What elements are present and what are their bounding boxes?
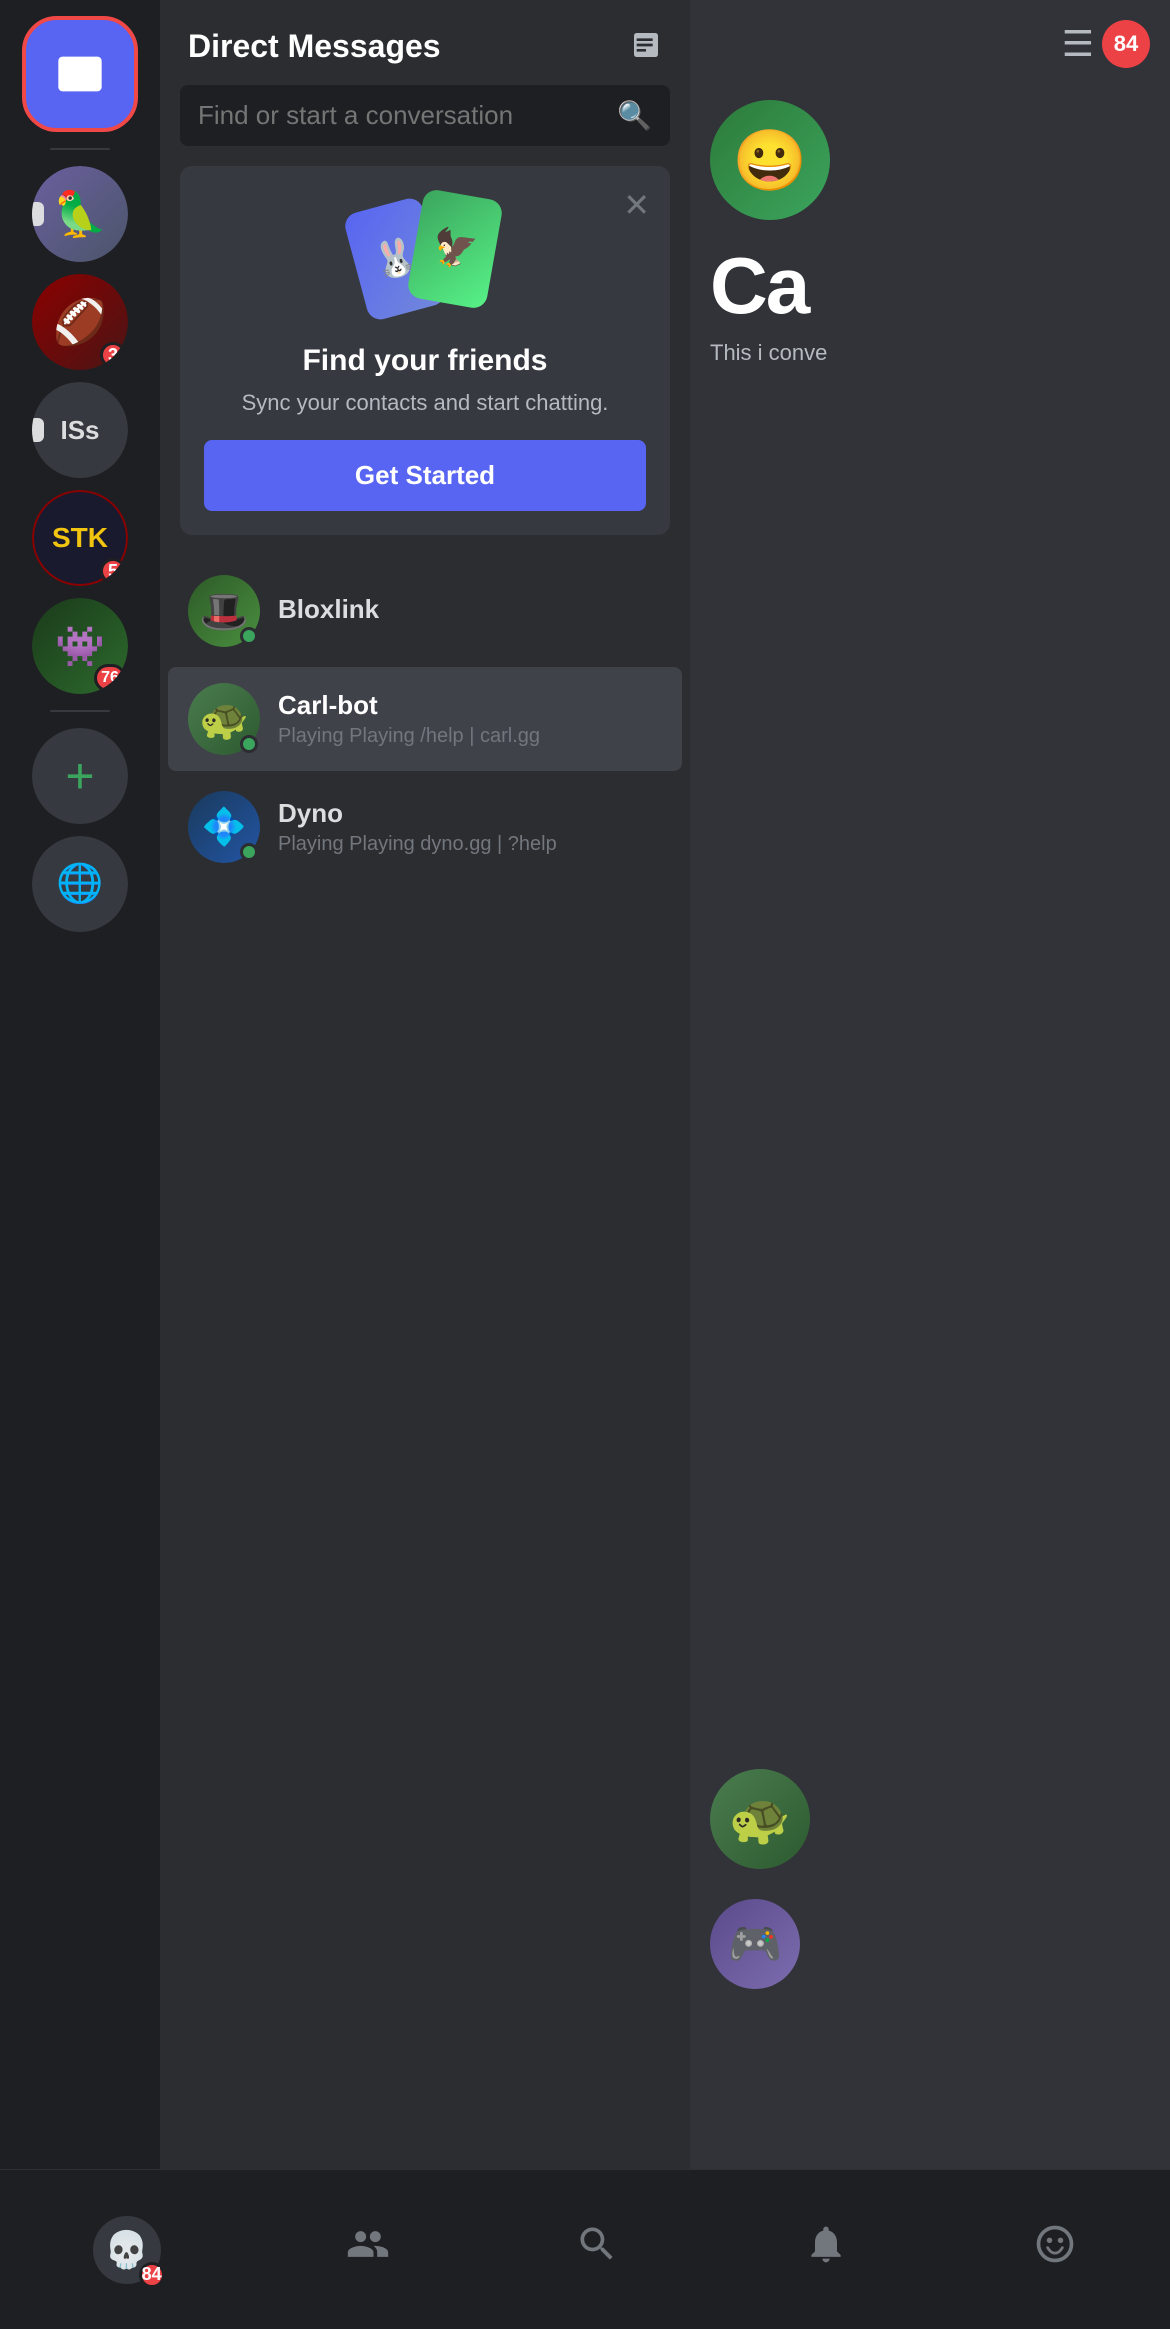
dyno-name: Dyno <box>278 798 662 829</box>
carlbot-avatar-icon: 🐢 <box>199 696 249 743</box>
nav-notifications[interactable] <box>784 2212 868 2287</box>
dm-header: Direct Messages <box>160 0 690 85</box>
add-server-button[interactable]: + <box>32 728 128 824</box>
dyno-avatar-icon: 💠 <box>202 806 247 848</box>
nav-home[interactable]: 💀 84 <box>73 2206 181 2294</box>
card-illustration: ✦ 🐰 🦅 <box>204 194 646 324</box>
bloxlink-info: Bloxlink <box>278 594 662 629</box>
bloxlink-name: Bloxlink <box>278 594 662 625</box>
mentions-icon <box>1033 2222 1077 2277</box>
dyno-info: Dyno Playing Playing dyno.gg | ?help <box>278 798 662 856</box>
server-divider-2 <box>50 710 110 712</box>
new-dm-button[interactable] <box>630 29 662 64</box>
carlbot-name: Carl-bot <box>278 690 662 721</box>
find-friends-title: Find your friends <box>204 344 646 378</box>
dm-panel: Direct Messages 🔍 ✕ ✦ 🐰 <box>160 0 690 2169</box>
sidebar-item-server4[interactable]: STK 5 <box>32 490 128 586</box>
chat-user2-avatar: 🎮 <box>710 1899 800 1989</box>
character-right: 🦅 <box>429 224 480 273</box>
chat-description: This i conve <box>710 340 830 366</box>
discover-server-button[interactable]: 🌐 <box>32 836 128 932</box>
dyno-avatar: 💠 <box>188 791 260 863</box>
bottom-nav: 💀 84 <box>0 2169 1170 2329</box>
nav-friends[interactable] <box>326 2212 410 2287</box>
dyno-status: Playing Playing dyno.gg | ?help <box>278 833 662 856</box>
bloxlink-status-dot <box>240 627 258 645</box>
chat-user-avatar: 😀 <box>710 100 830 220</box>
sidebar-item-server1[interactable]: 🦜 <box>32 166 128 262</box>
sidebar-item-server3[interactable]: ISs <box>32 382 128 478</box>
search-icon: 🔍 <box>617 99 652 132</box>
server5-badge: 76 <box>94 664 126 692</box>
friends-icon <box>346 2222 390 2277</box>
carlbot-info: Carl-bot Playing Playing /help | carl.gg <box>278 690 662 748</box>
search-bar[interactable]: 🔍 <box>180 85 670 146</box>
dm-item-carlbot[interactable]: 🐢 Carl-bot Playing Playing /help | carl.… <box>168 667 682 771</box>
chat-panel: ☰ 84 😀 Ca This i conve 🐢 <box>690 0 1170 2169</box>
dm-item-dyno[interactable]: 💠 Dyno Playing Playing dyno.gg | ?help <box>168 775 682 879</box>
search-nav-icon <box>575 2222 619 2277</box>
server-divider <box>50 148 110 150</box>
sidebar-item-server2[interactable]: 🏈 3 <box>32 274 128 370</box>
notifications-icon <box>804 2222 848 2277</box>
search-input[interactable] <box>198 100 607 131</box>
chat-channel-name: Ca <box>710 240 830 332</box>
find-friends-subtitle: Sync your contacts and start chatting. <box>204 390 646 416</box>
sidebar-item-server5[interactable]: 👾 76 <box>32 598 128 694</box>
dm-title: Direct Messages <box>188 28 441 65</box>
get-started-button[interactable]: Get Started <box>204 440 646 511</box>
server3-label: ISs <box>60 415 99 446</box>
bloxlink-avatar-icon: 🎩 <box>199 588 249 635</box>
server4-label: STK <box>52 522 108 554</box>
bloxlink-avatar: 🎩 <box>188 575 260 647</box>
dm-item-bloxlink[interactable]: 🎩 Bloxlink <box>168 559 682 663</box>
carlbot-avatar: 🐢 <box>188 683 260 755</box>
chat-bot-avatar: 🐢 <box>710 1769 810 1869</box>
nav-mentions[interactable] <box>1013 2212 1097 2287</box>
server4-badge: 5 <box>100 558 126 584</box>
carlbot-status-dot <box>240 735 258 753</box>
server2-badge: 3 <box>100 342 126 368</box>
close-card-button[interactable]: ✕ <box>623 186 650 224</box>
nav-search[interactable] <box>555 2212 639 2287</box>
home-badge: 84 <box>139 2262 165 2288</box>
notification-count-badge: 84 <box>1102 20 1150 68</box>
find-friends-card: ✕ ✦ 🐰 🦅 Find your friends Sync your cont… <box>180 166 670 535</box>
dm-list: 🎩 Bloxlink 🐢 Carl-bot Playing Playing /h… <box>160 559 690 879</box>
carlbot-status: Playing Playing /help | carl.gg <box>278 725 662 748</box>
hamburger-with-badge[interactable]: ☰ 84 <box>1062 20 1150 68</box>
dm-button[interactable] <box>22 16 138 132</box>
home-avatar-badge: 💀 84 <box>93 2216 161 2284</box>
dyno-status-dot <box>240 843 258 861</box>
server-list: 🦜 🏈 3 ISs STK 5 👾 <box>0 0 160 2169</box>
chat-content-area: 😀 Ca This i conve <box>710 100 830 366</box>
chat-header-area: ☰ 84 <box>1062 20 1150 68</box>
